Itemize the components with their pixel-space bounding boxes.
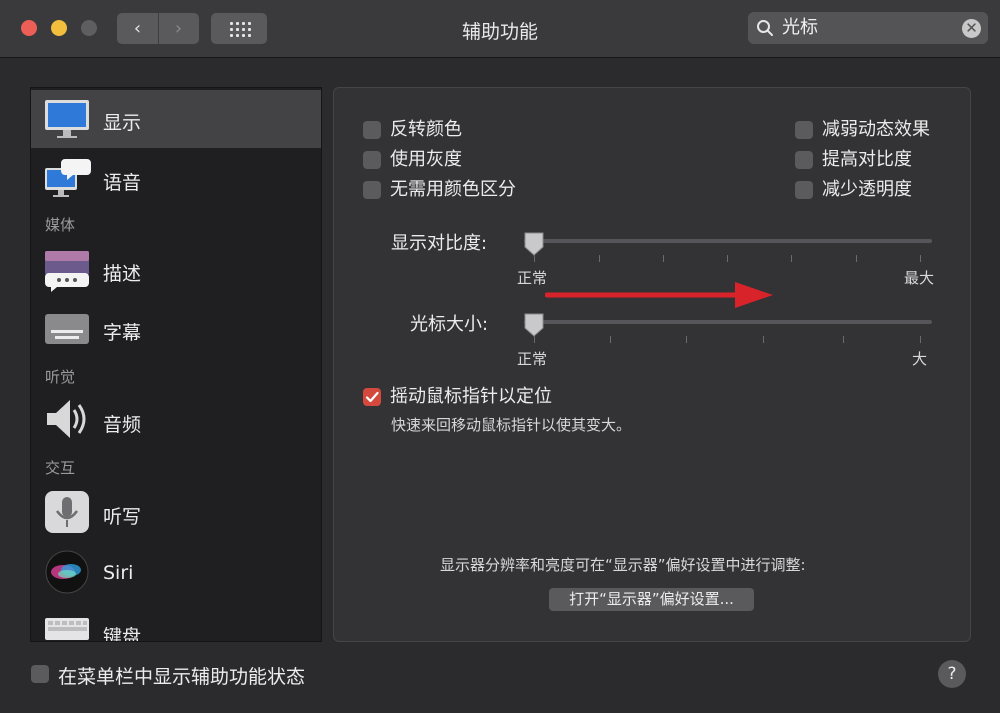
forward-button[interactable]: › <box>158 13 199 44</box>
sidebar-item-label: Siri <box>103 562 134 584</box>
window-title: 辅助功能 <box>461 21 538 43</box>
sidebar-item-dictation[interactable]: 听写 <box>31 484 321 542</box>
reduce-transparency-label: 减少透明度 <box>822 179 912 200</box>
differentiate-checkbox[interactable] <box>363 181 381 199</box>
display-settings-panel: 反转颜色 使用灰度 无需用颜色区分 减弱动态效果 提高对比度 减少透明度 显示对… <box>333 87 971 642</box>
checkmark-icon <box>365 391 379 403</box>
sidebar-item-siri[interactable]: Siri <box>31 544 321 602</box>
captions-icon <box>45 314 89 344</box>
sidebar-item-speech[interactable]: 语音 <box>31 150 321 208</box>
sidebar-item-display[interactable]: 显示 <box>31 90 321 148</box>
contrast-slider-label: 显示对比度: <box>391 233 488 254</box>
shake-to-locate-checkbox[interactable] <box>363 388 381 406</box>
search-icon <box>757 20 773 36</box>
show-status-menu-label: 在菜单栏中显示辅助功能状态 <box>58 666 306 688</box>
annotation-arrow-icon <box>545 282 773 308</box>
sidebar-item-descriptions[interactable]: 描述 <box>31 241 321 299</box>
differentiate-label: 无需用颜色区分 <box>390 179 516 200</box>
keyboard-icon <box>45 618 89 640</box>
search-field[interactable]: 光标 ✕ <box>748 12 988 44</box>
close-window-button[interactable] <box>21 20 37 36</box>
invert-colors-checkbox[interactable] <box>363 121 381 139</box>
minimize-window-button[interactable] <box>51 20 67 36</box>
contrast-max-label: 最大 <box>904 269 935 287</box>
display-icon <box>45 100 89 138</box>
speech-icon <box>45 159 91 197</box>
search-input[interactable]: 光标 <box>782 16 818 40</box>
nav-buttons: ‹ › <box>117 13 199 44</box>
microphone-icon <box>45 491 89 533</box>
sidebar-item-label: 显示 <box>103 112 142 134</box>
sidebar-item-label: 键盘 <box>103 626 142 642</box>
sidebar-category-hearing: 听觉 <box>45 368 76 386</box>
sidebar-category-interaction: 交互 <box>45 459 76 477</box>
back-button[interactable]: ‹ <box>117 13 159 44</box>
grayscale-checkbox[interactable] <box>363 151 381 169</box>
sidebar-item-label: 描述 <box>103 263 142 285</box>
show-status-menu-checkbox[interactable] <box>31 665 49 683</box>
reduce-transparency-checkbox[interactable] <box>795 181 813 199</box>
sidebar-item-label: 字幕 <box>103 322 142 344</box>
increase-contrast-label: 提高对比度 <box>822 149 912 170</box>
invert-colors-label: 反转颜色 <box>390 119 462 140</box>
sidebar-item-keyboard[interactable]: 键盘 <box>31 604 321 642</box>
cursor-size-max-label: 大 <box>912 350 928 368</box>
shake-to-locate-description: 快速来回移动鼠标指针以使其变大。 <box>391 416 632 434</box>
sidebar-item-label: 语音 <box>103 172 142 194</box>
sidebar-item-audio[interactable]: 音频 <box>31 392 321 450</box>
shake-to-locate-label: 摇动鼠标指针以定位 <box>390 386 552 407</box>
chevron-left-icon: ‹ <box>133 18 142 39</box>
contrast-slider-knob[interactable] <box>523 231 545 257</box>
siri-icon <box>45 550 89 594</box>
chevron-right-icon: › <box>174 18 183 39</box>
clear-icon[interactable]: ✕ <box>962 19 981 38</box>
reduce-motion-checkbox[interactable] <box>795 121 813 139</box>
cursor-size-slider-knob[interactable] <box>523 312 545 338</box>
open-display-prefs-button[interactable]: 打开“显示器”偏好设置... <box>549 588 754 611</box>
cursor-size-min-label: 正常 <box>517 350 548 368</box>
contrast-slider-track[interactable] <box>524 239 932 243</box>
sidebar: 显示 语音 媒体 描述 字幕 听觉 音频 交互 听写 Siri 键盘 <box>30 87 322 642</box>
sidebar-item-label: 音频 <box>103 414 142 436</box>
help-button[interactable]: ? <box>938 660 966 688</box>
grayscale-label: 使用灰度 <box>390 149 462 170</box>
sidebar-item-label: 听写 <box>103 506 142 528</box>
display-prefs-note: 显示器分辨率和亮度可在“显示器”偏好设置中进行调整: <box>440 556 806 574</box>
zoom-window-button[interactable] <box>81 20 97 36</box>
cursor-size-slider-label: 光标大小: <box>410 314 489 335</box>
speaker-icon <box>47 400 86 438</box>
contrast-min-label: 正常 <box>517 269 548 287</box>
reduce-motion-label: 减弱动态效果 <box>822 119 930 140</box>
title-bar: ‹ › 辅助功能 光标 ✕ <box>0 0 1000 58</box>
sidebar-item-captions[interactable]: 字幕 <box>31 300 321 358</box>
increase-contrast-checkbox[interactable] <box>795 151 813 169</box>
cursor-size-slider-track[interactable] <box>524 320 932 324</box>
sidebar-category-media: 媒体 <box>45 216 76 234</box>
show-all-button[interactable] <box>211 13 267 44</box>
descriptions-icon <box>45 251 89 292</box>
